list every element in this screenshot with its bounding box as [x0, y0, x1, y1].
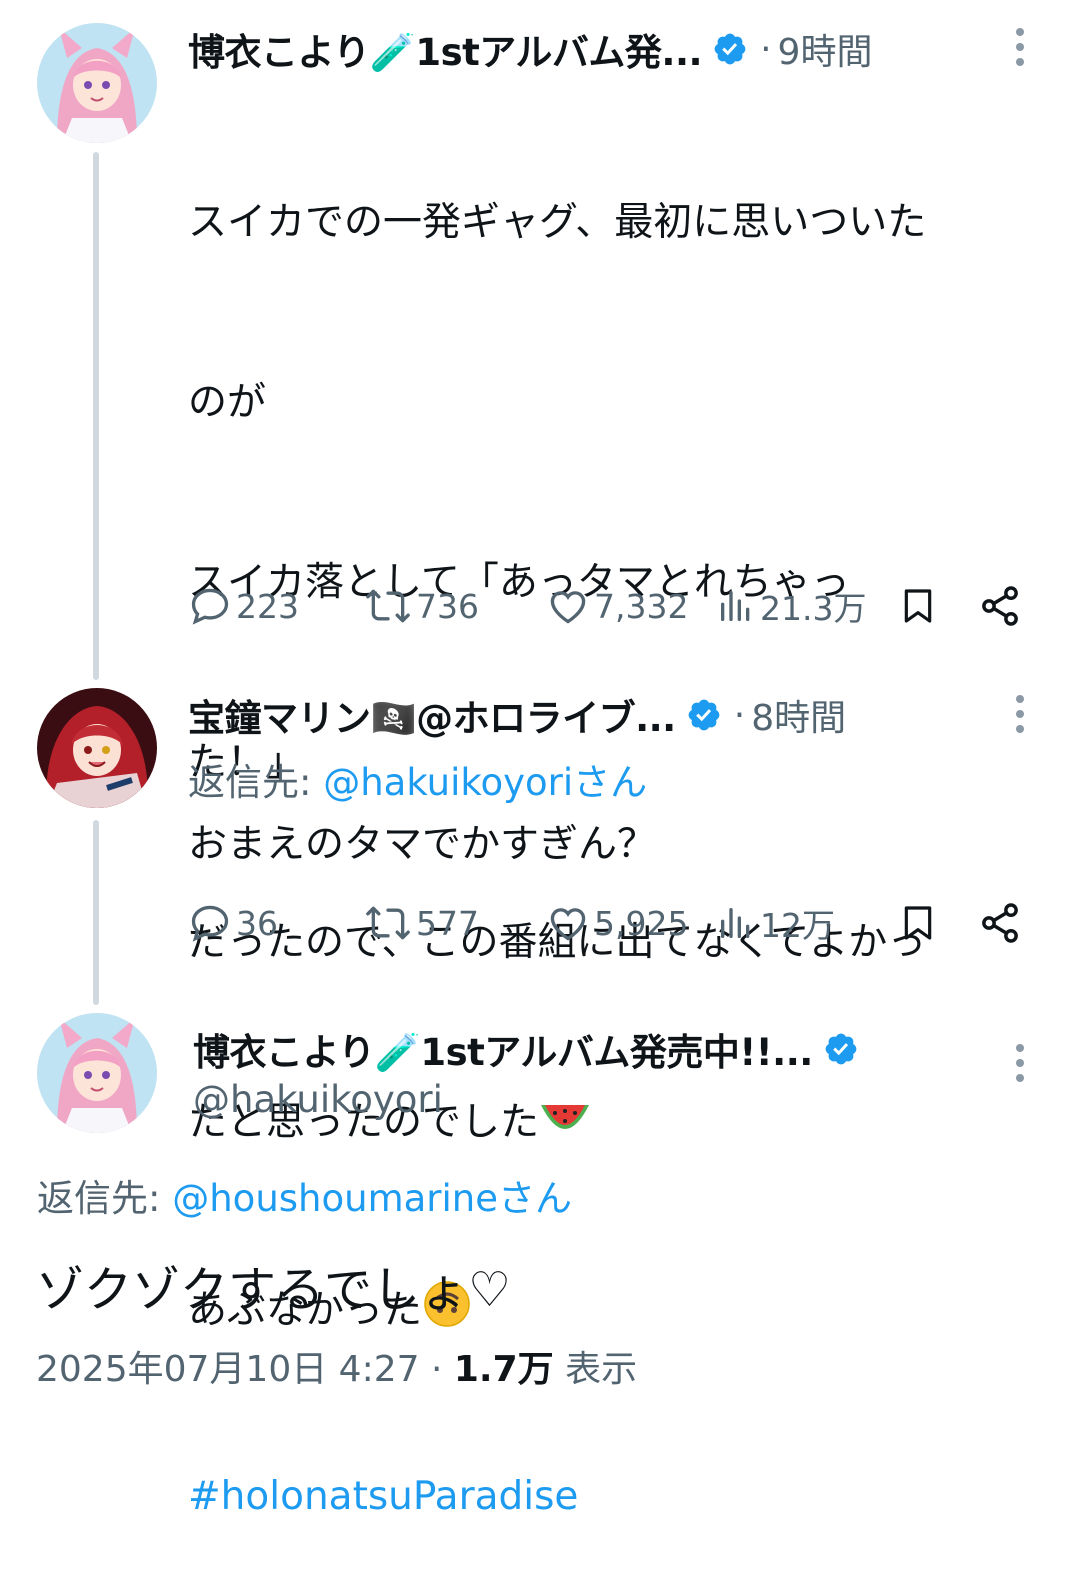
heart-icon	[550, 591, 586, 624]
mention-handle: @hakuikoyori	[323, 761, 574, 804]
mention-suffix: さん	[573, 761, 648, 804]
share-button[interactable]	[978, 581, 1022, 631]
views-button[interactable]: 21.3万	[716, 581, 866, 631]
retweet-button[interactable]: 736	[364, 581, 479, 631]
views-chart-icon	[721, 908, 750, 938]
like-button[interactable]: 7,332	[546, 581, 688, 631]
tweet3-reply-to: 返信先: @houshoumarineさん	[37, 1168, 572, 1222]
bookmark-icon	[904, 906, 932, 940]
reply-to-label: 返信先:	[188, 761, 324, 804]
reply-to-mention-link[interactable]: @hakuikoyoriさん	[323, 761, 647, 804]
tweet3-header: 博衣こより🧪1stアルバム発売中!!...	[193, 1024, 859, 1074]
tweet3-text: ゾクゾクするでしょ♡	[36, 1262, 512, 1318]
tweet1-line: スイカでの一発ギャグ、最初に思いついた	[188, 200, 927, 245]
tweet2-more-icon[interactable]	[1016, 695, 1024, 733]
tweet2-action-bar: 36 577 5,925 12万	[188, 898, 1028, 948]
tweet1-timestamp[interactable]: 9時間	[778, 23, 873, 75]
reply-to-label: 返信先:	[37, 1177, 173, 1220]
retweet-count: 736	[416, 586, 479, 626]
thread-line-2	[93, 820, 99, 1005]
bookmark-button[interactable]	[898, 581, 938, 631]
thread-line-1	[93, 152, 99, 680]
retweet-icon	[366, 589, 410, 623]
tweet2-reply-to: 返信先: @hakuikoyoriさん	[188, 752, 647, 806]
retweet-button[interactable]: 577	[364, 898, 479, 948]
verified-badge-icon	[686, 697, 722, 733]
views-count: 21.3万	[760, 589, 867, 628]
watermelon-emoji-icon	[539, 1097, 591, 1159]
views-count: 12万	[760, 906, 835, 945]
tweet2-author-name[interactable]: 宝鐘マリン🏴‍☠️@ホロライブ...	[188, 688, 676, 742]
tweet3-datetime[interactable]: 2025年07月10日 4:27 ·	[36, 1349, 454, 1390]
tweet3-views-count: 1.7万	[453, 1349, 554, 1390]
reply-icon	[191, 905, 229, 942]
tweet3-views-label: 表示	[553, 1349, 638, 1390]
avatar-marine[interactable]	[37, 688, 157, 808]
tweet3-footer: 2025年07月10日 4:27 · 1.7万 表示	[36, 1340, 637, 1392]
views-button[interactable]: 12万	[716, 898, 835, 948]
like-button[interactable]: 5,925	[546, 898, 688, 948]
like-count: 5,925	[594, 903, 689, 943]
tweet1-author-name[interactable]: 博衣こより🧪1stアルバム発...	[188, 22, 703, 76]
reply-button[interactable]: 223	[188, 581, 299, 631]
tweet1-time-separator: ·	[760, 28, 772, 70]
reply-to-mention-link[interactable]: @houshoumarineさん	[172, 1177, 572, 1220]
bookmark-icon	[904, 589, 932, 623]
heart-icon	[550, 908, 586, 941]
tweet3-more-icon[interactable]	[1016, 1044, 1024, 1082]
tweet2-text: おまえのタマでかすぎん？	[188, 822, 657, 867]
reply-icon	[191, 588, 229, 625]
like-count: 7,332	[594, 586, 689, 626]
retweet-icon	[366, 906, 410, 940]
reply-button[interactable]: 36	[188, 898, 278, 948]
mention-handle: @houshoumarine	[172, 1177, 499, 1220]
avatar-koyori[interactable]	[37, 23, 157, 143]
tweet1-line: のが	[188, 380, 267, 425]
tweet2-time-separator: ·	[733, 694, 746, 736]
tweet3-handle[interactable]: @hakuikoyori	[193, 1078, 443, 1121]
tweet1-more-icon[interactable]	[1016, 28, 1024, 66]
reply-count: 36	[236, 903, 278, 943]
retweet-count: 577	[416, 903, 479, 943]
verified-badge-icon	[712, 31, 748, 67]
share-icon	[982, 903, 1018, 943]
share-icon	[982, 586, 1018, 626]
avatar-koyori-focused[interactable]	[37, 1013, 157, 1133]
tweet2-timestamp[interactable]: 8時間	[751, 689, 846, 741]
reply-count: 223	[236, 586, 299, 626]
tweet1-action-bar: 223 736 7,332 21.3万	[188, 581, 1028, 631]
verified-badge-icon	[823, 1031, 859, 1067]
tweet2-header: 宝鐘マリン🏴‍☠️@ホロライブ... · 8時間	[188, 688, 846, 742]
mention-suffix: さん	[498, 1177, 573, 1220]
views-chart-icon	[721, 591, 750, 621]
tweet1-header: 博衣こより🧪1stアルバム発... · 9時間	[188, 22, 873, 76]
tweet1-hashtag-link[interactable]: #holonatsuParadise	[188, 1467, 926, 1527]
tweet3-author-name[interactable]: 博衣こより🧪1stアルバム発売中!!...	[193, 1022, 813, 1076]
bookmark-button[interactable]	[898, 898, 938, 948]
share-button[interactable]	[978, 898, 1022, 948]
